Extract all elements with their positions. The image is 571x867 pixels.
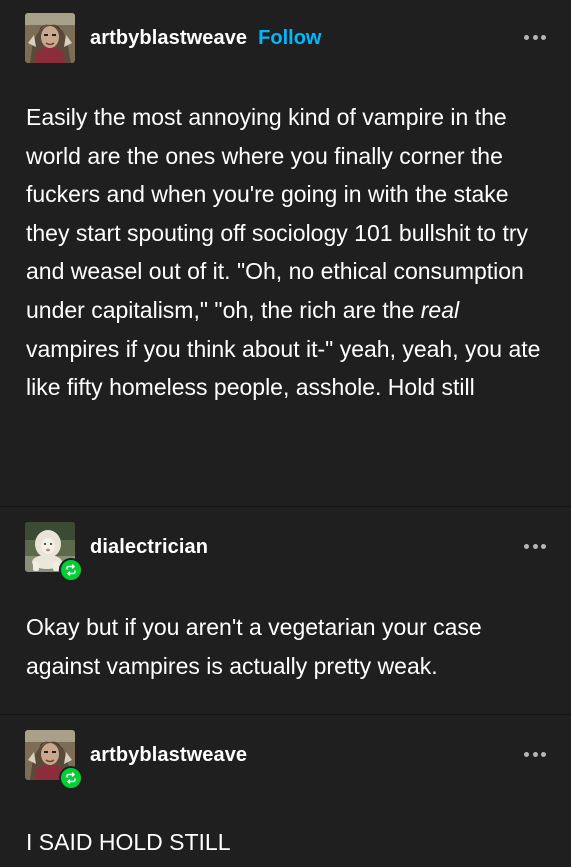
- more-options-icon[interactable]: [524, 750, 546, 758]
- post-header: dialectrician: [25, 522, 208, 582]
- post-username[interactable]: artbyblastweave: [90, 27, 247, 50]
- follow-button[interactable]: Follow: [258, 27, 321, 50]
- post-header: artbyblastweave Follow: [25, 13, 321, 63]
- white-lion-avatar[interactable]: [25, 522, 83, 582]
- post-text-italic: real: [420, 296, 460, 323]
- reblog-icon: [59, 558, 83, 582]
- post-text-part: Easily the most annoying kind of vampire…: [26, 104, 529, 323]
- post-reblog-2: artbyblastweave I SAID HOLD STILL: [0, 714, 571, 867]
- painted-portrait-avatar[interactable]: [25, 730, 83, 790]
- more-options-icon[interactable]: [524, 542, 546, 550]
- more-options-icon[interactable]: [524, 33, 546, 41]
- post-original: artbyblastweave Follow Easily the most a…: [0, 0, 571, 506]
- reblog-icon: [59, 766, 83, 790]
- post-reblog-1: dialectrician Okay but if you aren't a v…: [0, 506, 571, 714]
- post-body-text: I SAID HOLD STILL: [26, 829, 231, 855]
- post-body-text: Okay but if you aren't a vegetarian your…: [26, 614, 482, 679]
- painted-portrait-avatar[interactable]: [25, 13, 75, 63]
- post-username[interactable]: dialectrician: [90, 536, 208, 559]
- post-body-text: Easily the most annoying kind of vampire…: [26, 98, 556, 407]
- post-username[interactable]: artbyblastweave: [90, 744, 247, 767]
- post-header: artbyblastweave: [25, 730, 247, 790]
- post-text-part: vampires if you think about it-" yeah, y…: [26, 335, 541, 401]
